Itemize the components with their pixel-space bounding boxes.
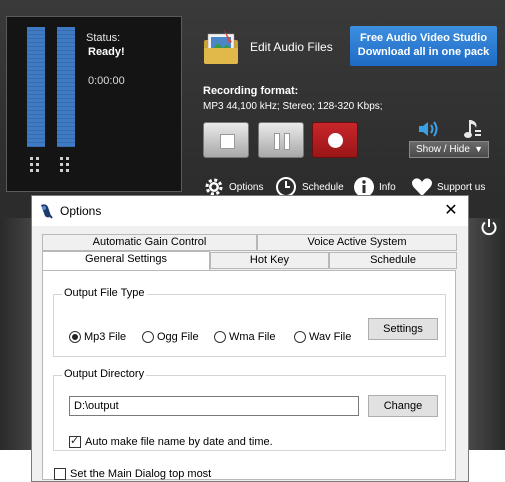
pause-button[interactable] [258, 122, 304, 158]
top-most-checkbox[interactable] [54, 468, 66, 480]
settings-button[interactable]: Settings [368, 318, 438, 340]
stop-button[interactable] [203, 122, 249, 158]
record-icon [328, 133, 343, 148]
left-level-meter [27, 27, 45, 147]
tab-general-settings[interactable]: General Settings [42, 251, 210, 270]
record-button[interactable] [312, 122, 358, 158]
audio-files-icon[interactable] [202, 28, 242, 66]
show-hide-label: Show / Hide [416, 144, 470, 155]
elapsed-timer: 0:00:00 [88, 75, 125, 87]
output-file-type-title: Output File Type [62, 287, 147, 299]
edit-audio-files-link[interactable]: Edit Audio Files [250, 40, 333, 54]
left-meter-dots-icon [30, 157, 44, 173]
tab-voice-active-system[interactable]: Voice Active System [257, 234, 457, 251]
support-us-label: Support us [437, 182, 486, 193]
close-icon[interactable]: ✕ [440, 200, 462, 222]
auto-name-label: Auto make file name by date and time. [85, 436, 273, 448]
right-level-meter [57, 27, 75, 147]
right-meter-dots-icon [60, 157, 74, 173]
top-most-label: Set the Main Dialog top most [70, 468, 212, 480]
radio-indicator [214, 331, 226, 343]
dialog-titlebar[interactable]: Options ✕ [32, 196, 468, 226]
promo-banner[interactable]: Free Audio Video Studio Download all in … [350, 26, 497, 66]
music-note-icon[interactable] [463, 118, 483, 140]
options-dialog: Options ✕ Automatic Gain Control Voice A… [31, 195, 469, 482]
output-directory-title: Output Directory [62, 368, 147, 380]
recording-format-value: MP3 44,100 kHz; Stereo; 128-320 Kbps; [203, 101, 383, 112]
stop-icon [220, 134, 235, 149]
radio-indicator [142, 331, 154, 343]
tab-automatic-gain-control[interactable]: Automatic Gain Control [42, 234, 257, 251]
tab-hot-key[interactable]: Hot Key [210, 252, 329, 269]
show-hide-dropdown[interactable]: Show / Hide ▼ [409, 141, 489, 158]
general-settings-panel: Output File Type Output Directory [42, 270, 456, 480]
info-label: Info [379, 182, 396, 193]
chevron-down-icon: ▼ [474, 144, 483, 154]
options-app-icon [41, 204, 53, 219]
change-button[interactable]: Change [368, 395, 438, 417]
auto-name-checkbox[interactable] [69, 434, 81, 448]
radio-label: Wma File [229, 331, 276, 343]
promo-line-2: Download all in one pack [357, 46, 490, 58]
schedule-label: Schedule [302, 182, 344, 193]
status-value: Ready! [88, 46, 125, 58]
tab-schedule[interactable]: Schedule [329, 252, 457, 269]
radio-label: Mp3 File [84, 331, 127, 343]
radio-label: Ogg File [157, 331, 199, 343]
radio-label: Wav File [309, 331, 352, 343]
output-directory-input[interactable]: D:\output [69, 396, 359, 416]
power-icon[interactable] [480, 218, 498, 236]
promo-line-1: Free Audio Video Studio [359, 32, 488, 44]
dialog-title: Options [60, 204, 102, 218]
status-label: Status: [86, 32, 121, 44]
radio-indicator [294, 331, 306, 343]
radio-indicator [69, 331, 81, 343]
options-label: Options [229, 182, 264, 193]
speaker-icon[interactable] [417, 119, 441, 139]
recording-format-title: Recording format: [203, 85, 299, 97]
